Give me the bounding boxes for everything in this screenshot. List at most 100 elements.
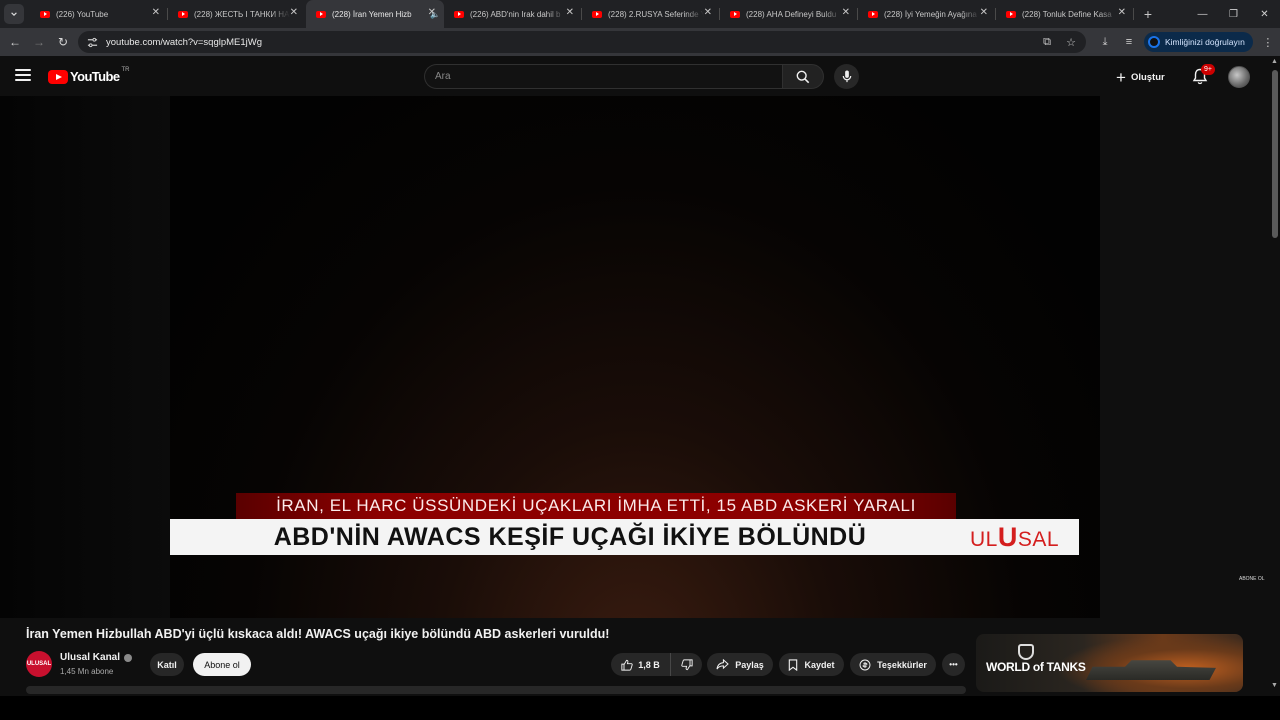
tab-title: (226) YouTube <box>56 9 109 19</box>
verified-icon <box>124 653 133 662</box>
close-tab-icon[interactable]: ✕ <box>152 8 160 18</box>
tab-search-button[interactable] <box>4 4 24 24</box>
channel-name-text: Ulusal Kanal <box>60 652 121 663</box>
youtube-favicon-icon <box>868 10 878 18</box>
browser-toolbar: ← → ↻ youtube.com/watch?v=sqglpME1jWg ⧉ … <box>0 28 1280 56</box>
youtube-favicon-icon <box>1006 10 1016 18</box>
tab-title: (226) ABD'nin Irak dahil b <box>470 9 561 19</box>
scroll-down-icon[interactable]: ▼ <box>1271 682 1278 689</box>
thanks-button[interactable]: Teşekkürler <box>850 653 936 676</box>
youtube-header: YouTube TR + Oluştur 9+ <box>0 56 1270 96</box>
media-control-icon[interactable]: ≡ <box>1120 31 1138 53</box>
restore-icon[interactable]: ❐ <box>1218 0 1249 28</box>
more-icon: ••• <box>949 660 958 669</box>
hamburger-menu-icon[interactable] <box>15 69 31 83</box>
video-headline-bar: ABD'NİN AWACS KEŞİF UÇAĞI İKİYE BÖLÜNDÜ … <box>170 519 1079 555</box>
forward-icon[interactable]: → <box>27 30 51 54</box>
channel-name[interactable]: Ulusal Kanal <box>60 652 133 663</box>
youtube-logo[interactable]: YouTube TR <box>48 66 130 84</box>
chevron-down-icon <box>11 12 17 16</box>
youtube-favicon-icon <box>40 10 50 18</box>
site-info-icon[interactable] <box>86 36 98 48</box>
youtube-favicon-icon <box>316 10 326 18</box>
share-icon <box>716 659 729 670</box>
tab-title: (228) İyi Yemeğin Ayağına <box>884 9 977 19</box>
logo-text: YouTube <box>70 69 120 84</box>
tab-title: (228) ЖЕСТЬ І ТАНКИ НА <box>194 9 290 19</box>
scrollbar-thumb[interactable] <box>1272 70 1278 238</box>
youtube-favicon-icon <box>730 10 740 18</box>
browser-tab[interactable]: (228) ЖЕСТЬ І ТАНКИ НА ✕ <box>168 0 306 28</box>
wot-emblem-icon <box>1018 644 1034 660</box>
close-window-icon[interactable]: ✕ <box>1249 0 1280 28</box>
search-input[interactable] <box>424 64 782 89</box>
microphone-icon <box>842 70 851 83</box>
youtube-favicon-icon <box>592 10 602 18</box>
save-button[interactable]: Kaydet <box>779 653 844 676</box>
notification-badge: 9+ <box>1201 64 1215 75</box>
ad-banner[interactable]: WORLD of TANKS <box>976 634 1243 692</box>
tab-title: (228) Tonluk Define Kasa <box>1022 9 1112 19</box>
join-button[interactable]: Katıl <box>150 653 184 676</box>
video-ticker-red: İRAN, EL HARC ÜSSÜNDEKİ UÇAKLARI İMHA ET… <box>236 493 956 519</box>
create-button[interactable]: + Oluştur <box>1116 65 1165 89</box>
page-scrollbar[interactable]: ▲ ▼ <box>1270 56 1280 696</box>
super-thanks-icon <box>859 659 871 670</box>
kebab-menu-icon[interactable]: ⋮ <box>1259 31 1277 53</box>
browser-tab[interactable]: (226) ABD'nin Irak dahil b ✕ <box>444 0 582 28</box>
ticker-text: İRAN, EL HARC ÜSSÜNDEKİ UÇAKLARI İMHA ET… <box>276 496 916 515</box>
tab-title: (228) 2.RUSYA Seferinde Y <box>608 9 704 19</box>
minimize-icon[interactable]: — <box>1187 0 1218 28</box>
browser-tab[interactable]: (228) İran Yemen Hizb 🔈 ✕ <box>306 0 444 28</box>
share-button[interactable]: Paylaş <box>707 653 773 676</box>
thumbs-up-icon <box>621 659 633 671</box>
browser-tabstrip: (226) YouTube ✕ (228) ЖЕСТЬ І ТАНКИ НА ✕ (22… <box>0 0 1280 28</box>
subscriber-count: 1,45 Mn abone <box>60 667 114 676</box>
account-avatar[interactable] <box>1228 66 1250 88</box>
browser-tab[interactable]: (226) YouTube ✕ <box>30 0 168 28</box>
new-tab-button[interactable]: + <box>1138 6 1158 22</box>
bookmark-star-icon[interactable]: ☆ <box>1064 35 1078 49</box>
close-tab-icon[interactable]: ✕ <box>290 8 298 18</box>
close-tab-icon[interactable]: ✕ <box>704 8 712 18</box>
country-code: TR <box>121 66 130 73</box>
more-actions-button[interactable]: ••• <box>942 653 965 676</box>
channel-avatar[interactable]: ULUSAL <box>26 651 52 677</box>
reload-icon[interactable]: ↻ <box>51 30 75 54</box>
profile-chip-label: Kimliğinizi doğrulayın <box>1165 37 1245 47</box>
video-title: İran Yemen Hizbullah ABD'yi üçlü kıskaca… <box>26 627 610 641</box>
browser-tab[interactable]: (228) Tonluk Define Kasa ✕ <box>996 0 1134 28</box>
video-headline-text: ABD'NİN AWACS KEŞİF UÇAĞI İKİYE BÖLÜNDÜ <box>273 522 867 551</box>
close-tab-icon[interactable]: ✕ <box>1118 8 1126 18</box>
tab-title: (228) İran Yemen Hizb <box>332 9 412 19</box>
browser-tab[interactable]: (228) 2.RUSYA Seferinde Y ✕ <box>582 0 720 28</box>
video-player[interactable]: İRAN, EL HARC ÜSSÜNDEKİ UÇAKLARI İMHA ET… <box>0 96 1100 618</box>
back-icon[interactable]: ← <box>3 30 27 54</box>
close-tab-icon[interactable]: ✕ <box>980 8 988 18</box>
search-button[interactable] <box>782 64 824 89</box>
create-label: Oluştur <box>1130 71 1165 83</box>
profile-icon <box>1148 36 1160 48</box>
bottom-area <box>0 696 1280 720</box>
thanks-label: Teşekkürler <box>877 659 927 670</box>
dislike-button[interactable] <box>671 653 702 676</box>
subscribe-button[interactable]: Abone ol <box>193 653 251 676</box>
close-tab-icon[interactable]: ✕ <box>428 8 436 18</box>
browser-tab[interactable]: (228) İyi Yemeğin Ayağına ✕ <box>858 0 996 28</box>
profile-verify-chip[interactable]: Kimliğinizi doğrulayın <box>1144 32 1253 52</box>
install-app-icon[interactable]: ⧉ <box>1040 35 1054 49</box>
like-count: 1,8 B <box>638 659 660 670</box>
bookmark-icon <box>789 658 798 671</box>
thumbs-down-icon <box>680 658 693 670</box>
close-tab-icon[interactable]: ✕ <box>842 8 850 18</box>
like-button[interactable]: 1,8 B <box>611 653 671 676</box>
voice-search-button[interactable] <box>834 64 859 89</box>
scroll-up-icon[interactable]: ▲ <box>1271 58 1278 65</box>
address-bar[interactable]: youtube.com/watch?v=sqglpME1jWg ⧉ ☆ <box>78 31 1086 53</box>
youtube-favicon-icon <box>454 10 464 18</box>
close-tab-icon[interactable]: ✕ <box>566 8 574 18</box>
youtube-favicon-icon <box>178 10 188 18</box>
description-box[interactable] <box>26 686 966 694</box>
browser-tab[interactable]: (228) AHA Defineyi Buldu ✕ <box>720 0 858 28</box>
download-icon[interactable]: ⤓ <box>1096 31 1114 53</box>
